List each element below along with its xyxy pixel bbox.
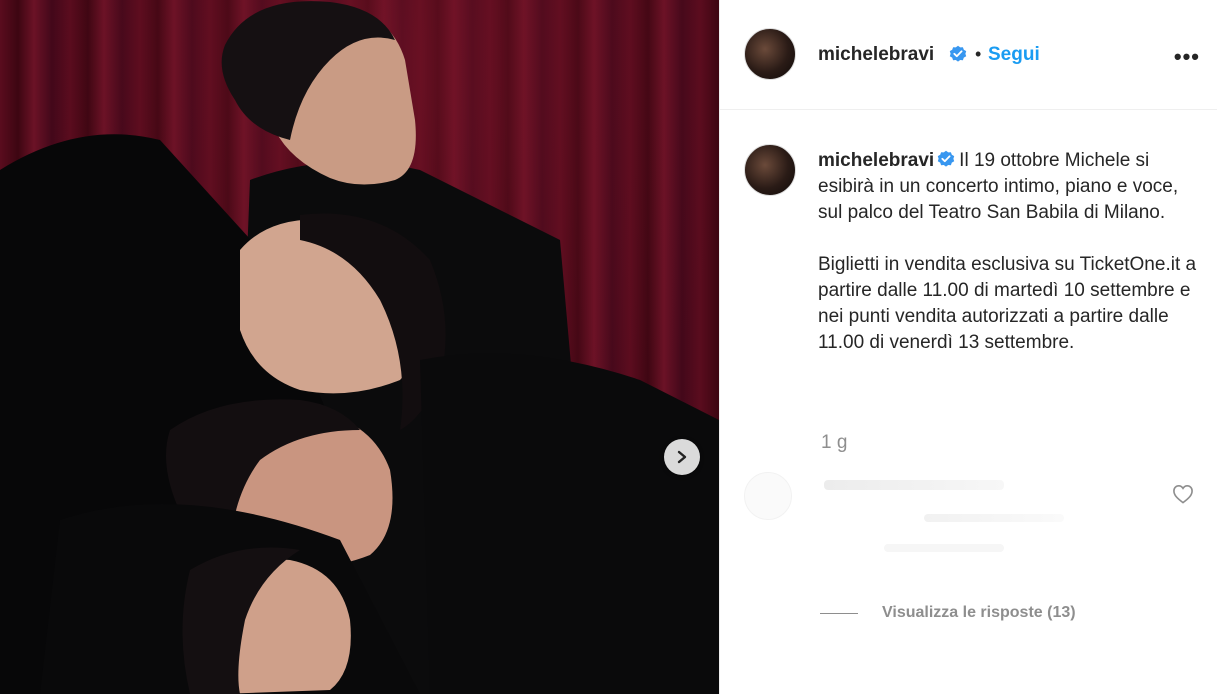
post-timestamp[interactable]: 1 g bbox=[821, 432, 847, 454]
post-sidebar: michelebravi • Segui ••• michelebravi Il… bbox=[719, 0, 1217, 694]
view-replies-label: Visualizza le risposte (13) bbox=[882, 604, 1076, 621]
verified-badge-icon bbox=[949, 45, 967, 62]
verified-badge-icon bbox=[937, 150, 955, 167]
post-header: michelebravi • Segui ••• bbox=[720, 0, 1217, 110]
more-options-icon[interactable]: ••• bbox=[1174, 44, 1200, 70]
photo-illustration bbox=[0, 1, 719, 694]
caption-paragraph-2: Biglietti in vendita esclusiva su Ticket… bbox=[818, 254, 1197, 353]
comment-text-obscured bbox=[884, 544, 1004, 552]
heart-outline-icon[interactable] bbox=[1172, 484, 1194, 504]
avatar[interactable] bbox=[744, 28, 796, 80]
post-caption: michelebravi Il 19 ottobre Michele si es… bbox=[818, 148, 1198, 356]
separator-dot: • bbox=[975, 44, 982, 64]
view-replies-button[interactable]: Visualizza le risposte (13) bbox=[820, 604, 1076, 622]
comment-text-obscured bbox=[824, 480, 1004, 490]
next-photo-button[interactable] bbox=[664, 439, 700, 475]
caption-avatar[interactable] bbox=[744, 144, 796, 196]
header-username[interactable]: michelebravi bbox=[818, 44, 934, 66]
comment-avatar[interactable] bbox=[744, 472, 792, 520]
follow-button[interactable]: Segui bbox=[988, 44, 1040, 66]
comment-text-obscured bbox=[924, 514, 1064, 522]
comment-item bbox=[744, 470, 1204, 570]
caption-username[interactable]: michelebravi bbox=[818, 150, 934, 171]
chevron-right-icon bbox=[677, 450, 687, 464]
post-photo[interactable] bbox=[0, 0, 719, 694]
replies-divider bbox=[820, 612, 858, 614]
